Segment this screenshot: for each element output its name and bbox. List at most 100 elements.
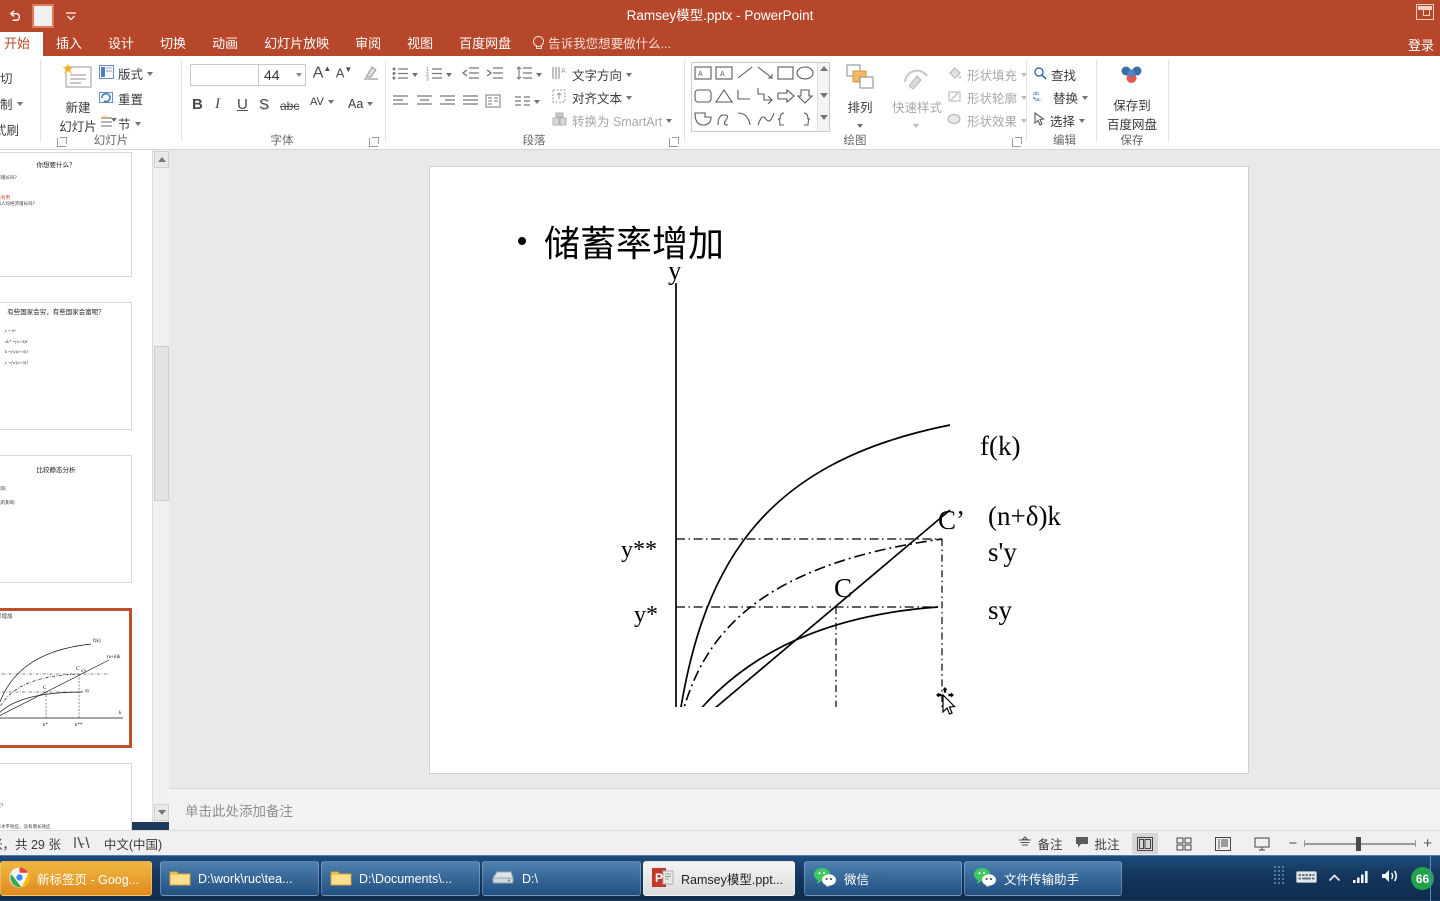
taskbar-item-folder-documents[interactable]: D:\Documents\... bbox=[321, 861, 480, 896]
tab-transitions[interactable]: 切换 bbox=[147, 32, 199, 56]
align-right-button[interactable] bbox=[439, 94, 456, 111]
zoom-slider[interactable] bbox=[1304, 836, 1417, 851]
align-left-button[interactable] bbox=[392, 94, 409, 111]
text-columns-button[interactable] bbox=[514, 94, 531, 111]
list-item[interactable]: 有些国家会穷，有些国家会富呢？ y = kᵅ sk* =(n+δ)k k =[s… bbox=[0, 302, 132, 430]
text-columns-chevron-icon[interactable] bbox=[534, 100, 540, 104]
reading-view-button[interactable] bbox=[1210, 833, 1236, 854]
slide-canvas[interactable]: 储蓄率增加 y k o y** y* k* k** bbox=[429, 166, 1249, 774]
drawing-dialog-launcher[interactable] bbox=[1012, 137, 1022, 147]
scroll-up-icon[interactable] bbox=[820, 66, 828, 73]
shapes-gallery[interactable]: A A bbox=[691, 62, 830, 132]
tab-home[interactable]: 开始 bbox=[0, 32, 44, 56]
paragraph-dialog-launcher[interactable] bbox=[669, 137, 679, 147]
zoom-control[interactable]: − + bbox=[1288, 835, 1432, 852]
bold-button[interactable]: B bbox=[192, 96, 203, 113]
tab-insert[interactable]: 插入 bbox=[43, 32, 95, 56]
align-center-button[interactable] bbox=[416, 94, 433, 111]
quick-styles-button[interactable]: 快速样式 bbox=[889, 62, 945, 116]
tab-slideshow[interactable]: 幻灯片放映 bbox=[251, 32, 342, 56]
quick-styles-chevron-icon[interactable] bbox=[913, 124, 919, 128]
columns-button[interactable] bbox=[485, 94, 502, 111]
list-item[interactable]: 你想要什么？ 准的经济增长吗？ 么做？ 力强 源平方会有用 是有效的人均经济增长… bbox=[0, 152, 132, 277]
taskbar-item-powerpoint[interactable]: P Ramsey模型.ppt... bbox=[643, 861, 795, 896]
tab-review[interactable]: 审阅 bbox=[342, 32, 394, 56]
font-size-input[interactable]: 44 bbox=[258, 64, 306, 86]
tell-me-box[interactable]: 告诉我您想要做什么... bbox=[524, 30, 679, 56]
solow-model-chart[interactable]: y k o y** y* k* k** f(k) (n+δ)k s'y sy C… bbox=[620, 267, 1320, 707]
character-spacing-button[interactable]: AV bbox=[310, 97, 334, 108]
numbered-list-chevron-icon[interactable] bbox=[446, 73, 452, 77]
signin-link[interactable]: 登录 bbox=[1408, 35, 1434, 54]
decrease-font-size-button[interactable]: A▼ bbox=[334, 65, 354, 80]
increase-indent-button[interactable] bbox=[486, 66, 504, 84]
numbered-list-button[interactable]: 123 bbox=[426, 66, 443, 84]
shape-effects-button[interactable]: 形状效果 bbox=[947, 111, 1028, 130]
shape-fill-button[interactable]: 形状填充 bbox=[947, 65, 1028, 84]
slide-sorter-button[interactable] bbox=[1171, 833, 1197, 854]
comments-button[interactable]: 批注 bbox=[1075, 834, 1119, 853]
decrease-indent-button[interactable] bbox=[461, 66, 480, 84]
cut-button[interactable]: 切 bbox=[0, 68, 13, 87]
tab-view[interactable]: 视图 bbox=[394, 32, 446, 56]
taskbar-item-chrome[interactable]: 新标签页 - Goog... bbox=[0, 861, 152, 896]
clear-formatting-icon[interactable] bbox=[360, 64, 382, 84]
language-label[interactable]: 中文(中国) bbox=[104, 834, 162, 853]
save-to-baidu-button[interactable]: 保存到 百度网盘 bbox=[1100, 62, 1164, 133]
keyboard-icon[interactable] bbox=[1296, 869, 1317, 889]
format-painter-button[interactable]: 式刷 bbox=[0, 120, 19, 139]
slide-bullet-item[interactable]: 储蓄率增加 bbox=[518, 215, 724, 267]
show-desktop-button[interactable] bbox=[1430, 856, 1440, 901]
reset-button[interactable]: 重置 bbox=[99, 89, 143, 108]
shape-outline-button[interactable]: 形状轮廓 bbox=[947, 88, 1028, 107]
show-hidden-icons-icon[interactable] bbox=[1328, 870, 1341, 888]
list-item-selected[interactable]: 储蓄率增加 y f(k) (n+δ)k s'y sy C' C bbox=[0, 608, 132, 748]
text-direction-button[interactable]: A 文字方向 bbox=[552, 65, 633, 84]
justify-button[interactable] bbox=[462, 94, 479, 111]
arrange-chevron-icon[interactable] bbox=[857, 124, 863, 128]
section-button[interactable]: 节 bbox=[99, 114, 141, 133]
tab-animations[interactable]: 动画 bbox=[199, 32, 251, 56]
copy-button[interactable]: 制 bbox=[0, 94, 23, 113]
bulleted-list-chevron-icon[interactable] bbox=[412, 73, 418, 77]
scroll-up-icon[interactable] bbox=[154, 151, 169, 168]
tab-design[interactable]: 设计 bbox=[95, 32, 147, 56]
align-text-button[interactable]: 对齐文本 bbox=[552, 88, 633, 107]
font-dialog-launcher[interactable] bbox=[369, 137, 379, 147]
convert-smartart-button[interactable]: 转换为 SmartArt bbox=[552, 111, 673, 130]
bulleted-list-button[interactable] bbox=[392, 66, 409, 84]
arrange-button[interactable]: 排列 bbox=[837, 62, 883, 116]
ribbon-display-options-icon[interactable] bbox=[1416, 4, 1434, 20]
taskbar-item-wechat[interactable]: 微信 bbox=[804, 861, 962, 896]
line-spacing-button[interactable] bbox=[516, 66, 533, 84]
slideshow-button[interactable] bbox=[1249, 833, 1275, 854]
zoom-handle[interactable] bbox=[1356, 836, 1362, 851]
find-button[interactable]: 查找 bbox=[1033, 65, 1076, 84]
scroll-down-icon[interactable] bbox=[154, 804, 169, 821]
replace-button[interactable]: ab ac 替换 bbox=[1032, 88, 1089, 107]
taskbar-item-file-transfer[interactable]: 文件传输助手 bbox=[964, 861, 1122, 896]
strikethrough-button[interactable]: abc bbox=[280, 99, 299, 113]
increase-font-size-button[interactable]: A▲ bbox=[312, 64, 332, 82]
shapes-more-icon[interactable] bbox=[820, 115, 828, 122]
scrollbar-thumb[interactable] bbox=[154, 346, 169, 501]
normal-view-button[interactable] bbox=[1132, 833, 1159, 854]
italic-button[interactable]: I bbox=[215, 96, 220, 113]
tab-baidu-netdisk[interactable]: 百度网盘 bbox=[446, 32, 524, 56]
taskbar-item-drive[interactable]: D:\ bbox=[482, 861, 641, 896]
thumbnail-scrollbar[interactable] bbox=[152, 150, 169, 822]
change-case-button[interactable]: Aa bbox=[348, 97, 374, 111]
taskbar-item-folder-work[interactable]: D:\work\ruc\tea... bbox=[160, 861, 319, 896]
shapes-scrollbar[interactable] bbox=[817, 63, 829, 131]
text-shadow-button[interactable]: S bbox=[259, 96, 269, 113]
spellcheck-icon[interactable] bbox=[73, 835, 92, 853]
layout-button[interactable]: 版式 bbox=[99, 64, 154, 83]
underline-button[interactable]: U bbox=[237, 96, 248, 113]
notes-button[interactable]: 备注 bbox=[1018, 834, 1062, 853]
line-spacing-chevron-icon[interactable] bbox=[536, 73, 542, 77]
zoom-out-button[interactable]: − bbox=[1288, 835, 1297, 852]
scroll-down-icon[interactable] bbox=[820, 93, 828, 100]
notes-pane[interactable]: 单击此处添加备注 bbox=[169, 788, 1440, 830]
zoom-in-button[interactable]: + bbox=[1423, 835, 1432, 852]
network-icon[interactable] bbox=[1352, 869, 1370, 889]
